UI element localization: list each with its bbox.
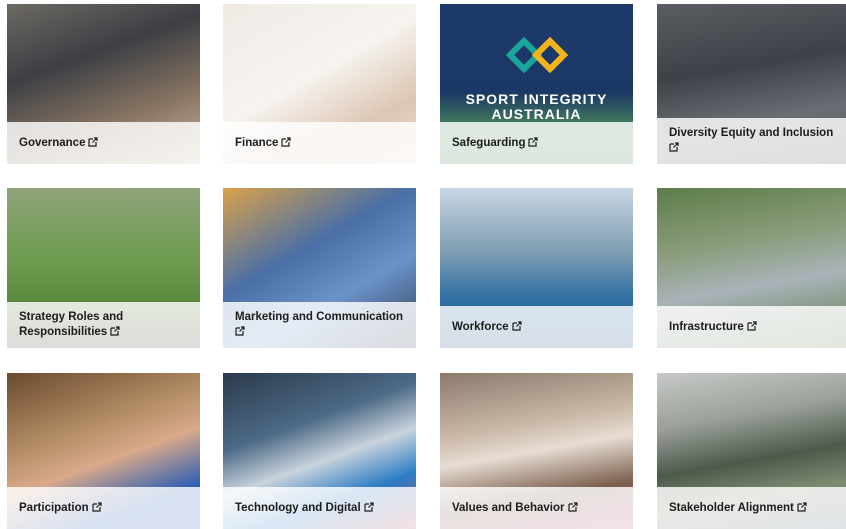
external-link-icon [364, 501, 374, 512]
card-caption: Stakeholder Alignment [657, 487, 846, 529]
card-label: Marketing and Communication [235, 310, 403, 340]
sport-integrity-brand: SPORT INTEGRITY AUSTRALIA [465, 91, 608, 122]
card-label: Finance [235, 136, 292, 151]
external-link-icon [797, 501, 807, 512]
external-link-icon [281, 136, 292, 147]
card-caption: Marketing and Communication [223, 302, 416, 348]
card-caption: Infrastructure [657, 306, 846, 348]
external-link-icon [567, 501, 578, 512]
card-safeguarding[interactable]: SPORT INTEGRITY AUSTRALIA Safeguarding [440, 4, 633, 164]
card-values-behavior[interactable]: Values and Behavior [440, 373, 633, 529]
external-link-icon [747, 320, 757, 331]
card-caption: Diversity Equity and Inclusion [657, 118, 846, 164]
card-caption: Safeguarding [440, 122, 633, 164]
card-governance[interactable]: Governance [7, 4, 200, 164]
card-workforce[interactable]: Workforce [440, 188, 633, 348]
card-label: Safeguarding [452, 136, 539, 151]
external-link-icon [669, 142, 679, 152]
external-link-icon [235, 326, 245, 336]
card-caption: Values and Behavior [440, 487, 633, 529]
card-technology-digital[interactable]: Technology and Digital [223, 373, 416, 529]
card-label: Governance [19, 136, 99, 151]
card-caption: Governance [7, 122, 200, 164]
card-strategy-roles-responsibilities[interactable]: Strategy Roles and Responsibilities [7, 188, 200, 348]
external-link-icon [110, 326, 120, 336]
card-infrastructure[interactable]: Infrastructure [657, 188, 846, 348]
card-label: Stakeholder Alignment [669, 501, 807, 516]
external-link-icon [88, 136, 99, 147]
external-link-icon [92, 501, 102, 512]
external-link-icon [512, 320, 522, 331]
card-caption: Technology and Digital [223, 487, 416, 529]
card-participation[interactable]: Participation [7, 373, 200, 529]
card-finance[interactable]: Finance [223, 4, 416, 164]
sport-integrity-logo-icon [506, 36, 568, 74]
card-caption: Workforce [440, 306, 633, 348]
card-label: Participation [19, 501, 102, 516]
card-label: Values and Behavior [452, 501, 578, 516]
card-caption: Finance [223, 122, 416, 164]
card-label: Infrastructure [669, 320, 757, 335]
card-label: Strategy Roles and Responsibilities [19, 311, 124, 338]
external-link-icon [528, 136, 539, 147]
card-stakeholder-alignment[interactable]: Stakeholder Alignment [657, 373, 846, 529]
card-caption: Participation [7, 487, 200, 529]
card-label: Technology and Digital [235, 501, 374, 516]
card-marketing-communication[interactable]: Marketing and Communication [223, 188, 416, 348]
card-caption: Strategy Roles and Responsibilities [7, 302, 200, 348]
card-diversity-equity-inclusion[interactable]: Diversity Equity and Inclusion [657, 4, 846, 164]
card-label: Diversity Equity and Inclusion [669, 126, 833, 156]
card-label: Workforce [452, 320, 522, 335]
